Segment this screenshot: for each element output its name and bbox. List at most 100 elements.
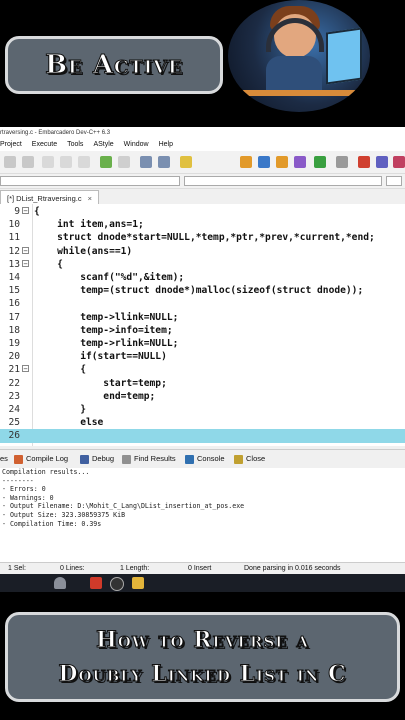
log-line: - Output Size: 323.30859375 KiB [2,510,126,519]
code-line[interactable]: 14 scanf("%d",&item); [0,271,405,284]
compile-icon[interactable] [240,156,252,168]
save-icon[interactable] [4,156,16,168]
line-number: 12 [8,245,20,257]
rebuild-icon[interactable] [294,156,306,168]
code-text: scanf("%d",&item); [34,272,185,283]
gorilla-icon[interactable] [54,577,66,589]
code-line[interactable]: 9−{ [0,205,405,218]
line-number: 25 [8,417,20,429]
code-text: int item,ans=1; [34,219,144,231]
log-line: - Compilation Time: 0.39s [2,519,102,528]
obs-icon[interactable] [110,577,124,591]
menu-execute[interactable]: Execute [32,139,57,151]
close-panel-icon [234,454,243,464]
code-line[interactable]: 17 temp->llink=NULL; [0,311,405,324]
redo-icon[interactable] [118,156,130,168]
code-line[interactable]: 23 end=temp; [0,390,405,403]
code-line[interactable]: 12− while(ans==1) [0,245,405,258]
code-line[interactable]: 18 temp->info=item; [0,324,405,337]
find-results-icon [122,454,131,464]
compile-run-icon[interactable] [276,156,288,168]
window-title: rtraversing.c - Embarcadero Dev-C++ 6.3 [0,127,405,139]
menu-project[interactable]: Project [0,139,22,151]
profile-icon[interactable] [393,156,405,168]
code-text: temp->llink=NULL; [34,311,179,323]
find-icon[interactable] [140,156,152,168]
code-text: } [34,404,86,415]
folder-icon[interactable] [132,577,144,589]
indent-icon[interactable] [180,156,192,168]
code-editor[interactable]: 9−{10 int item,ans=1; 11 struct dnode*sta… [0,204,405,446]
line-number: 18 [8,324,20,336]
check-icon[interactable] [314,156,326,168]
symbol-dropdown[interactable] [184,176,382,186]
fold-toggle-icon[interactable]: − [22,365,29,373]
menu-astyle[interactable]: AStyle [93,139,113,151]
code-text: { [34,364,86,376]
bottom-banner-line1: How to Reverse a [95,627,310,654]
code-text: { [34,258,63,270]
run-icon[interactable] [258,156,270,168]
line-number: 9 [14,206,20,217]
code-line[interactable]: 25 else [0,416,405,429]
line-number: 22 [8,377,20,389]
code-line[interactable]: 13− { [0,258,405,271]
compile-log-icon [14,454,23,464]
debug-icon[interactable] [376,156,388,168]
code-text: struct dnode*start=NULL,*temp,*ptr,*prev… [34,232,375,244]
chart-icon[interactable] [358,156,370,168]
code-text: while(ans==1) [34,245,133,257]
ide-window: rtraversing.c - Embarcadero Dev-C++ 6.3 … [0,127,405,575]
top-banner-text: Be Active [45,50,183,81]
code-text: else [34,417,104,429]
tab-resources[interactable]: es [0,453,8,465]
tab-debug[interactable]: Debug [80,453,114,465]
menu-tools[interactable]: Tools [67,139,83,151]
code-line[interactable]: 16 [0,297,405,310]
code-line[interactable]: 19 temp->rlink=NULL; [0,337,405,350]
fold-toggle-icon[interactable]: − [22,259,29,267]
debug-tab-icon [80,454,89,464]
stop-icon[interactable] [336,156,348,168]
close-tab-icon[interactable]: × [88,194,92,203]
compile-log-output[interactable]: Compilation results... -------- - Errors… [0,468,405,562]
undo-icon[interactable] [100,156,112,168]
log-line: - Warnings: 0 [2,493,54,502]
code-line[interactable]: 10 int item,ans=1; [0,218,405,231]
code-line[interactable]: 24 } [0,403,405,416]
code-line[interactable]: 22 start=temp; [0,377,405,390]
tab-console[interactable]: Console [185,453,225,465]
class-browser-row [0,174,405,189]
fold-toggle-icon[interactable]: − [22,207,29,215]
print-icon[interactable] [22,156,34,168]
devcpp-icon[interactable] [90,577,102,589]
dropdown-arrow-icon[interactable] [386,176,402,186]
line-number: 26 [8,430,20,442]
log-line: Compilation results... [2,468,90,476]
line-number: 16 [8,298,20,310]
line-number: 13 [8,258,20,270]
menu-help[interactable]: Help [159,139,173,151]
fold-toggle-icon[interactable]: − [22,246,29,254]
code-text: { [34,206,40,217]
code-line[interactable]: 20 if(start==NULL) [0,350,405,363]
copy-icon[interactable] [60,156,72,168]
cut-icon[interactable] [42,156,54,168]
scope-dropdown[interactable] [0,176,180,186]
code-line[interactable]: 26 [0,429,405,443]
bottom-banner-line2: Doubly Linked List in C [58,661,347,688]
paste-icon[interactable] [78,156,90,168]
code-line[interactable]: 11 struct dnode*start=NULL,*temp,*ptr,*p… [0,231,405,244]
avatar-illustration [228,0,370,112]
log-line: -------- [2,476,34,485]
code-line[interactable]: 21− { [0,363,405,376]
tab-compile-log[interactable]: Compile Log [14,453,68,465]
replace-icon[interactable] [158,156,170,168]
code-text: temp->rlink=NULL; [34,338,179,349]
tab-find-results[interactable]: Find Results [122,453,176,465]
line-number: 21 [8,364,20,376]
menu-window[interactable]: Window [124,139,149,151]
top-banner: Be Active [5,36,223,94]
code-line[interactable]: 15 temp=(struct dnode*)malloc(sizeof(str… [0,284,405,297]
tab-close[interactable]: Close [234,453,265,465]
